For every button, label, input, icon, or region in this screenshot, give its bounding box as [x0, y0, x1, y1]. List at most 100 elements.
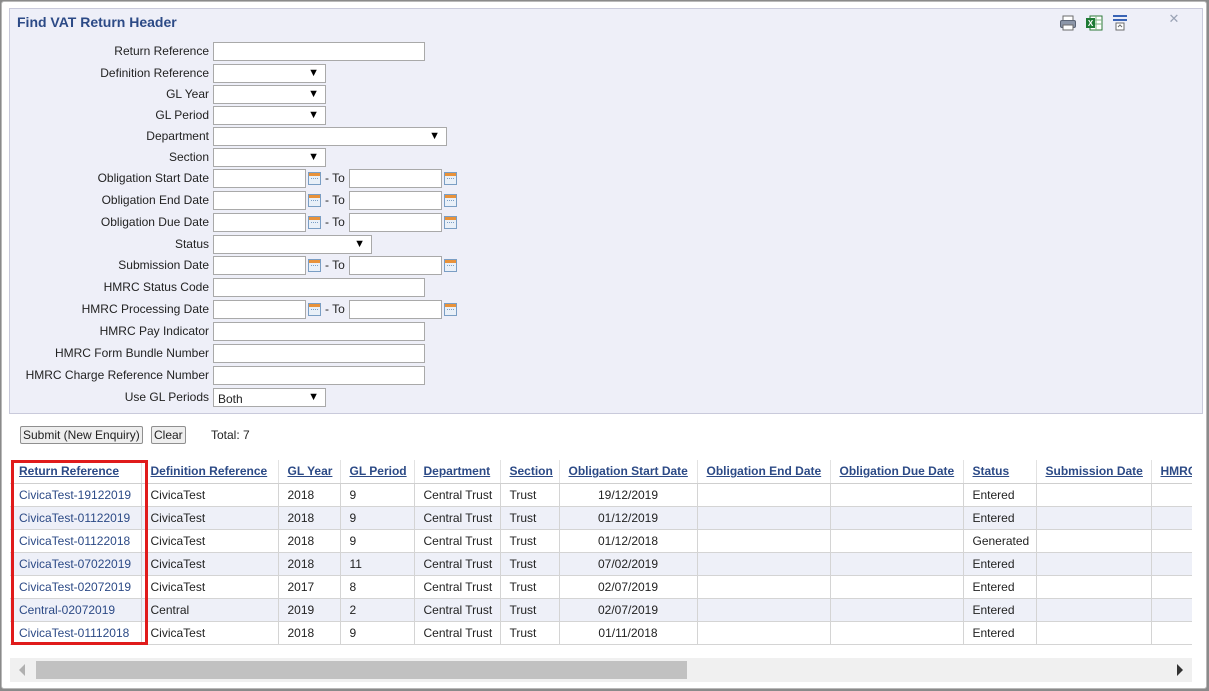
- cell-status: Entered: [963, 483, 1037, 507]
- hmrc-charge-reference-number-input[interactable]: [213, 366, 425, 385]
- column-header-obligation-end-date[interactable]: Obligation End Date: [697, 460, 831, 484]
- cell-return-reference[interactable]: CivicaTest-01112018: [10, 621, 142, 645]
- column-header-gl-period[interactable]: GL Period: [340, 460, 415, 484]
- excel-export-icon[interactable]: X: [1085, 14, 1103, 32]
- calendar-icon[interactable]: [444, 259, 457, 272]
- cell-department: Central Trust: [414, 506, 501, 530]
- clear-button[interactable]: Clear: [151, 426, 186, 444]
- hmrc-processing-date-label: HMRC Processing Date: [81, 302, 209, 316]
- column-header-section[interactable]: Section: [500, 460, 560, 484]
- table-row[interactable]: CivicaTest-02072019 CivicaTest 2017 8 Centra…: [10, 575, 1192, 599]
- calendar-icon[interactable]: [444, 216, 457, 229]
- calendar-icon[interactable]: [308, 216, 321, 229]
- cell-definition-reference: CivicaTest: [141, 483, 279, 507]
- hmrc-processing-date-to-input[interactable]: [349, 300, 442, 319]
- scroll-left-icon[interactable]: [19, 664, 25, 676]
- table-row[interactable]: CivicaTest-01112018 CivicaTest 2018 9 Centra…: [10, 621, 1192, 645]
- printer-icon[interactable]: [1059, 14, 1077, 32]
- column-header-gl-year[interactable]: GL Year: [278, 460, 341, 484]
- cell-obligation-due-date: [830, 506, 964, 530]
- calendar-icon[interactable]: [444, 303, 457, 316]
- submit-new-enquiry-button[interactable]: Submit (New Enquiry): [20, 426, 143, 444]
- row-hmrc-charge-reference-number: HMRC Charge Reference Number: [10, 366, 610, 386]
- obligation-start-date-to-input[interactable]: [349, 169, 442, 188]
- gl-year-select[interactable]: ▼: [213, 85, 326, 104]
- cell-section: Trust: [500, 575, 560, 599]
- use-gl-periods-value: Both: [218, 392, 243, 406]
- cell-status: Entered: [963, 552, 1037, 576]
- cell-return-reference[interactable]: Central-02072019: [10, 598, 142, 622]
- cell-return-reference[interactable]: CivicaTest-07022019: [10, 552, 142, 576]
- calendar-icon[interactable]: [308, 172, 321, 185]
- cell-status: Entered: [963, 506, 1037, 530]
- row-hmrc-pay-indicator: HMRC Pay Indicator: [10, 322, 610, 342]
- obligation-end-date-to-input[interactable]: [349, 191, 442, 210]
- cell-gl-year: 2018: [278, 552, 341, 576]
- obligation-start-date-from-input[interactable]: [213, 169, 306, 188]
- scroll-right-icon[interactable]: [1177, 664, 1183, 676]
- column-header-obligation-due-date[interactable]: Obligation Due Date: [830, 460, 964, 484]
- table-row[interactable]: CivicaTest-01122019 CivicaTest 2018 9 Centra…: [10, 506, 1192, 530]
- column-header-status[interactable]: Status: [963, 460, 1037, 484]
- use-gl-periods-label: Use GL Periods: [124, 390, 209, 404]
- row-gl-year: GL Year ▼: [10, 85, 610, 105]
- cell-return-reference[interactable]: CivicaTest-01122019: [10, 506, 142, 530]
- table-row[interactable]: Central-02072019 Central 2019 2 Central Trus…: [10, 598, 1192, 622]
- table-row[interactable]: CivicaTest-19122019 CivicaTest 2018 9 Centra…: [10, 483, 1192, 507]
- column-header-submission-date[interactable]: Submission Date: [1036, 460, 1152, 484]
- column-header-hmrc[interactable]: HMRC: [1151, 460, 1192, 484]
- cell-return-reference[interactable]: CivicaTest-19122019: [10, 483, 142, 507]
- calendar-icon[interactable]: [308, 303, 321, 316]
- calendar-icon[interactable]: [444, 194, 457, 207]
- gl-period-select[interactable]: ▼: [213, 106, 326, 125]
- cell-section: Trust: [500, 598, 560, 622]
- date-range-to-label: - To: [325, 171, 345, 185]
- scrollbar-thumb[interactable]: [36, 661, 687, 679]
- cell-gl-year: 2018: [278, 483, 341, 507]
- obligation-due-date-to-input[interactable]: [349, 213, 442, 232]
- calendar-icon[interactable]: [308, 194, 321, 207]
- horizontal-scrollbar[interactable]: [10, 658, 1192, 682]
- cell-hmrc: [1151, 598, 1192, 622]
- cell-submission-date: [1036, 552, 1152, 576]
- grid-header-row: Return Reference Definition Reference GL…: [10, 460, 1192, 484]
- cell-section: Trust: [500, 621, 560, 645]
- definition-reference-select[interactable]: ▼: [213, 64, 326, 83]
- cell-section: Trust: [500, 552, 560, 576]
- section-select[interactable]: ▼: [213, 148, 326, 167]
- cell-return-reference[interactable]: CivicaTest-01122018: [10, 529, 142, 553]
- table-row[interactable]: CivicaTest-01122018 CivicaTest 2018 9 Centra…: [10, 529, 1192, 553]
- column-settings-icon[interactable]: [1111, 14, 1129, 32]
- search-form: Return Reference Definition Reference ▼ …: [9, 36, 1203, 414]
- obligation-due-date-from-input[interactable]: [213, 213, 306, 232]
- calendar-icon[interactable]: [308, 259, 321, 272]
- department-label: Department: [146, 129, 209, 143]
- hmrc-pay-indicator-input[interactable]: [213, 322, 425, 341]
- status-select[interactable]: ▼: [213, 235, 372, 254]
- submission-date-from-input[interactable]: [213, 256, 306, 275]
- dialog-title: Find VAT Return Header: [17, 14, 177, 30]
- department-select[interactable]: ▼: [213, 127, 447, 146]
- cell-section: Trust: [500, 483, 560, 507]
- hmrc-processing-date-from-input[interactable]: [213, 300, 306, 319]
- cell-obligation-end-date: [697, 506, 831, 530]
- return-reference-input[interactable]: [213, 42, 425, 61]
- column-header-definition-reference[interactable]: Definition Reference: [141, 460, 279, 484]
- calendar-icon[interactable]: [444, 172, 457, 185]
- row-status: Status ▼: [10, 235, 610, 255]
- table-row[interactable]: CivicaTest-07022019 CivicaTest 2018 11 Centr…: [10, 552, 1192, 576]
- submission-date-to-input[interactable]: [349, 256, 442, 275]
- cell-obligation-start-date: 19/12/2019: [559, 483, 698, 507]
- hmrc-form-bundle-number-input[interactable]: [213, 344, 425, 363]
- cell-status: Entered: [963, 598, 1037, 622]
- use-gl-periods-select[interactable]: Both ▼: [213, 388, 326, 407]
- cell-return-reference[interactable]: CivicaTest-02072019: [10, 575, 142, 599]
- status-label: Status: [174, 237, 209, 251]
- column-header-return-reference[interactable]: Return Reference: [10, 460, 142, 484]
- close-icon[interactable]: ✕: [1167, 12, 1181, 26]
- column-header-obligation-start-date[interactable]: Obligation Start Date: [559, 460, 698, 484]
- cell-obligation-due-date: [830, 483, 964, 507]
- column-header-department[interactable]: Department: [414, 460, 501, 484]
- hmrc-status-code-input[interactable]: [213, 278, 425, 297]
- obligation-end-date-from-input[interactable]: [213, 191, 306, 210]
